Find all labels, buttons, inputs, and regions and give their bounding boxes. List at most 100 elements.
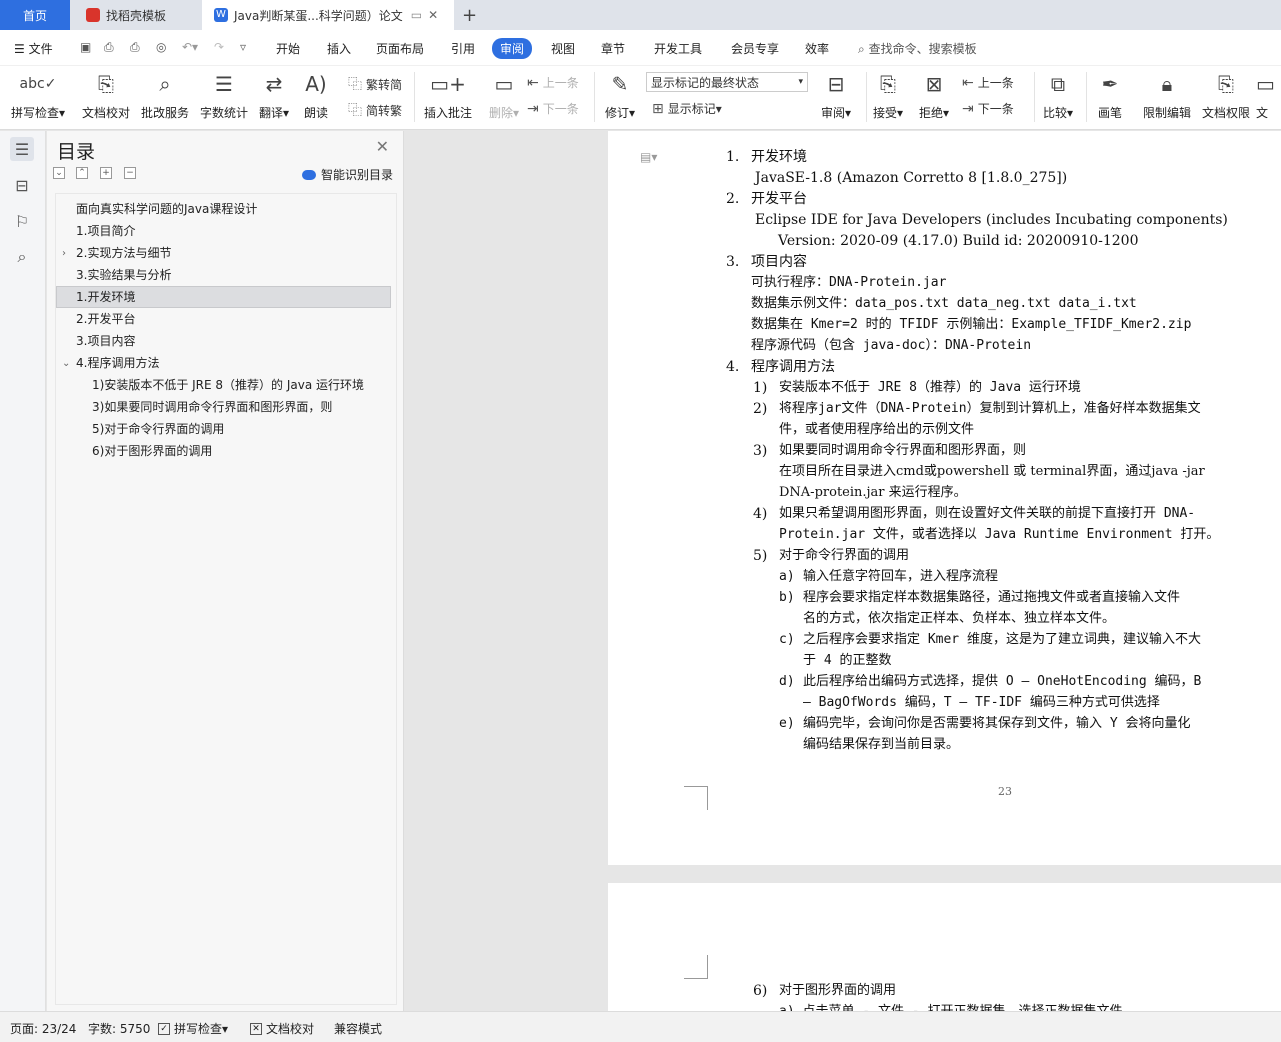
restrict-editing-button[interactable]: 🔒︎ 限制编辑 [1137, 70, 1197, 121]
toc-item[interactable]: 3.实验结果与分析 [76, 264, 171, 286]
reject-button[interactable]: ⊠ 拒绝▾ [904, 70, 964, 121]
toc-item[interactable]: 1)安装版本不低于 JRE 8（推荐）的 Java 运行环境 [92, 374, 364, 396]
menu-insert[interactable]: 插入 [327, 40, 351, 57]
trad-to-simp-button[interactable]: ⿻繁转简 [348, 74, 402, 94]
proofread-icon: ✕ [250, 1022, 262, 1035]
toc-item[interactable]: 2.开发平台 [76, 308, 135, 330]
menu-page-layout[interactable]: 页面布局 [376, 40, 424, 57]
markup-mode-select[interactable]: 显示标记的最终状态 ▾ [646, 72, 808, 92]
search-command[interactable]: ⌕ 查找命令、搜索模板 [858, 40, 977, 57]
menu-start[interactable]: 开始 [276, 40, 300, 57]
toc-item[interactable]: 3.项目内容 [76, 330, 135, 352]
reject-label: 拒绝 [918, 106, 943, 120]
undo-icon[interactable]: ↶▾ [182, 40, 198, 54]
doc-more-button[interactable]: ▭ 文 [1256, 70, 1281, 121]
tab-document-label: Java判断某蛋...科学问题）论文 [234, 8, 403, 23]
tab-document[interactable]: W Java判断某蛋...科学问题）论文 ▭ ✕ [202, 0, 454, 30]
document-page[interactable]: ▤▾ 1. 开发环境 JavaSE-1.8 (Amazon Corretto 8… [608, 131, 1281, 865]
add-item-icon[interactable]: + [100, 167, 112, 179]
smart-toc-button[interactable]: 智能识别目录 [301, 166, 393, 183]
compare-button[interactable]: ⧉ 比较▾ [1028, 70, 1088, 121]
delete-comment-button[interactable]: ▭ 删除▾ [474, 70, 534, 121]
word-count[interactable]: 字数: 5750 [88, 1020, 150, 1037]
list-letter: d) [779, 674, 795, 689]
show-markup-button[interactable]: ⊞ 显示标记 ▾ [652, 100, 722, 117]
correct-service-label: 批改服务 [140, 106, 189, 120]
doc-permission-button[interactable]: ⎘ 文档权限 [1196, 70, 1256, 121]
export-pdf-icon[interactable]: ⎙ [104, 40, 114, 55]
chevron-right-icon[interactable]: › [62, 248, 66, 259]
close-tab-icon[interactable]: ✕ [428, 8, 438, 22]
monitor-icon[interactable]: ▭ [411, 8, 422, 22]
menu-developer[interactable]: 开发工具 [654, 40, 702, 57]
ribbon-review: abc✓ 拼写检查▾ ⎘ 文档校对 ⌕ 批改服务 ☰ 字数统计 ⇄ 翻译▾ A) 朗读 ⿻繁… [0, 66, 1281, 130]
track-changes-icon: ✎ [611, 72, 629, 96]
document-page[interactable]: 6) 对于图形界面的调用 a) 点击菜单 - 文件 - 打开正数据集，选择正数据… [608, 883, 1281, 1023]
insert-comment-label: 插入批注 [423, 106, 472, 120]
toc-item[interactable]: 5)对于命令行界面的调用 [92, 418, 224, 440]
toc-item[interactable]: 2.实现方法与细节 [76, 242, 171, 264]
menu-member[interactable]: 会员专享 [731, 40, 779, 57]
separator [414, 72, 415, 122]
expand-all-icon[interactable]: ⌃ [76, 167, 88, 179]
menu-references[interactable]: 引用 [451, 40, 475, 57]
menu-chapter[interactable]: 章节 [601, 40, 625, 57]
collapse-all-icon[interactable]: ⌄ [53, 167, 65, 179]
bookmark-icon[interactable]: ⚐ [10, 209, 34, 233]
chevron-down-icon[interactable]: ⌄ [62, 358, 70, 369]
status-proofread[interactable]: ✕ 文档校对 [250, 1020, 314, 1037]
smart-toc-label: 智能识别目录 [320, 168, 393, 182]
text-line: DNA-protein.jar 来运行程序。 [779, 485, 967, 500]
insert-comment-button[interactable]: ▭+ 插入批注 [418, 70, 478, 121]
toc-item[interactable]: 1.项目简介 [76, 220, 135, 242]
correct-service-button[interactable]: ⌕ 批改服务 [135, 70, 195, 121]
read-aloud-button[interactable]: A) 朗读 [286, 70, 346, 121]
save-icon[interactable]: ▣ [80, 40, 91, 54]
toc-item[interactable]: 3)如果要同时调用命令行界面和图形界面，则 [92, 396, 332, 418]
simp-to-trad-button[interactable]: ⿻简转繁 [348, 100, 402, 120]
delete-comment-label: 删除 [488, 106, 513, 120]
proofread-button[interactable]: ⎘ 文档校对 [76, 70, 136, 121]
next-comment-label: 下一条 [542, 102, 579, 116]
page-indicator[interactable]: 页面: 23/24 [10, 1020, 76, 1037]
menu-review[interactable]: 审阅 [492, 38, 533, 59]
next-change-button[interactable]: ⇥ 下一条 [962, 100, 1014, 117]
tab-home[interactable]: 首页 [0, 0, 70, 30]
review-pane-button[interactable]: ⊟ 审阅▾ [806, 70, 866, 121]
toc-item[interactable]: 面向真实科学问题的Java课程设计 [76, 198, 257, 220]
print-icon[interactable]: ⎙ [130, 40, 140, 55]
toc-item[interactable]: 6)对于图形界面的调用 [92, 440, 212, 462]
tab-templates[interactable]: 找稻壳模板 [72, 0, 200, 30]
menu-file[interactable]: ☰ 文件 [14, 40, 53, 57]
menu-efficiency[interactable]: 效率 [805, 40, 829, 57]
next-comment-button[interactable]: ⇥ 下一条 [527, 100, 579, 117]
search-icon[interactable]: ⌕ [10, 245, 34, 269]
chapter-nav-icon[interactable]: ⊟ [10, 173, 34, 197]
list-letter: c) [779, 632, 795, 647]
insert-comment-icon: ▭+ [430, 72, 466, 96]
spell-check-button[interactable]: abc✓ 拼写检查▾ [8, 70, 68, 121]
markup-mode-value: 显示标记的最终状态 [651, 75, 760, 90]
print-preview-icon[interactable]: ◎ [156, 40, 166, 54]
prev-comment-button[interactable]: ⇤ 上一条 [527, 74, 579, 91]
margin-corner-mark [684, 786, 708, 810]
compat-mode: 兼容模式 [334, 1022, 383, 1036]
new-tab-icon[interactable]: + [462, 0, 477, 30]
close-icon[interactable]: ✕ [376, 137, 389, 156]
remove-item-icon[interactable]: − [124, 167, 136, 179]
document-area: ▤▾ 1. 开发环境 JavaSE-1.8 (Amazon Corretto 8… [405, 131, 1281, 1023]
toc-item[interactable]: 4.程序调用方法 [76, 352, 159, 374]
track-changes-button[interactable]: ✎ 修订▾ [590, 70, 650, 121]
margin-corner-mark [684, 955, 708, 979]
list-letter: b) [779, 590, 795, 605]
pen-button[interactable]: ✒ 画笔 [1080, 70, 1140, 121]
status-spell-check[interactable]: ✓ 拼写检查 ▾ [158, 1020, 228, 1037]
toc-item-selected[interactable]: 1.开发环境 [76, 286, 135, 308]
menu-view[interactable]: 视图 [551, 40, 575, 57]
toc-icon[interactable]: ☰ [10, 137, 34, 161]
more-icon[interactable]: ▿ [240, 40, 246, 54]
simp-to-trad-label: 简转繁 [366, 103, 403, 118]
redo-icon[interactable]: ↷ [214, 40, 224, 54]
paragraph-options-icon[interactable]: ▤▾ [640, 147, 657, 167]
prev-change-button[interactable]: ⇤ 上一条 [962, 74, 1014, 91]
